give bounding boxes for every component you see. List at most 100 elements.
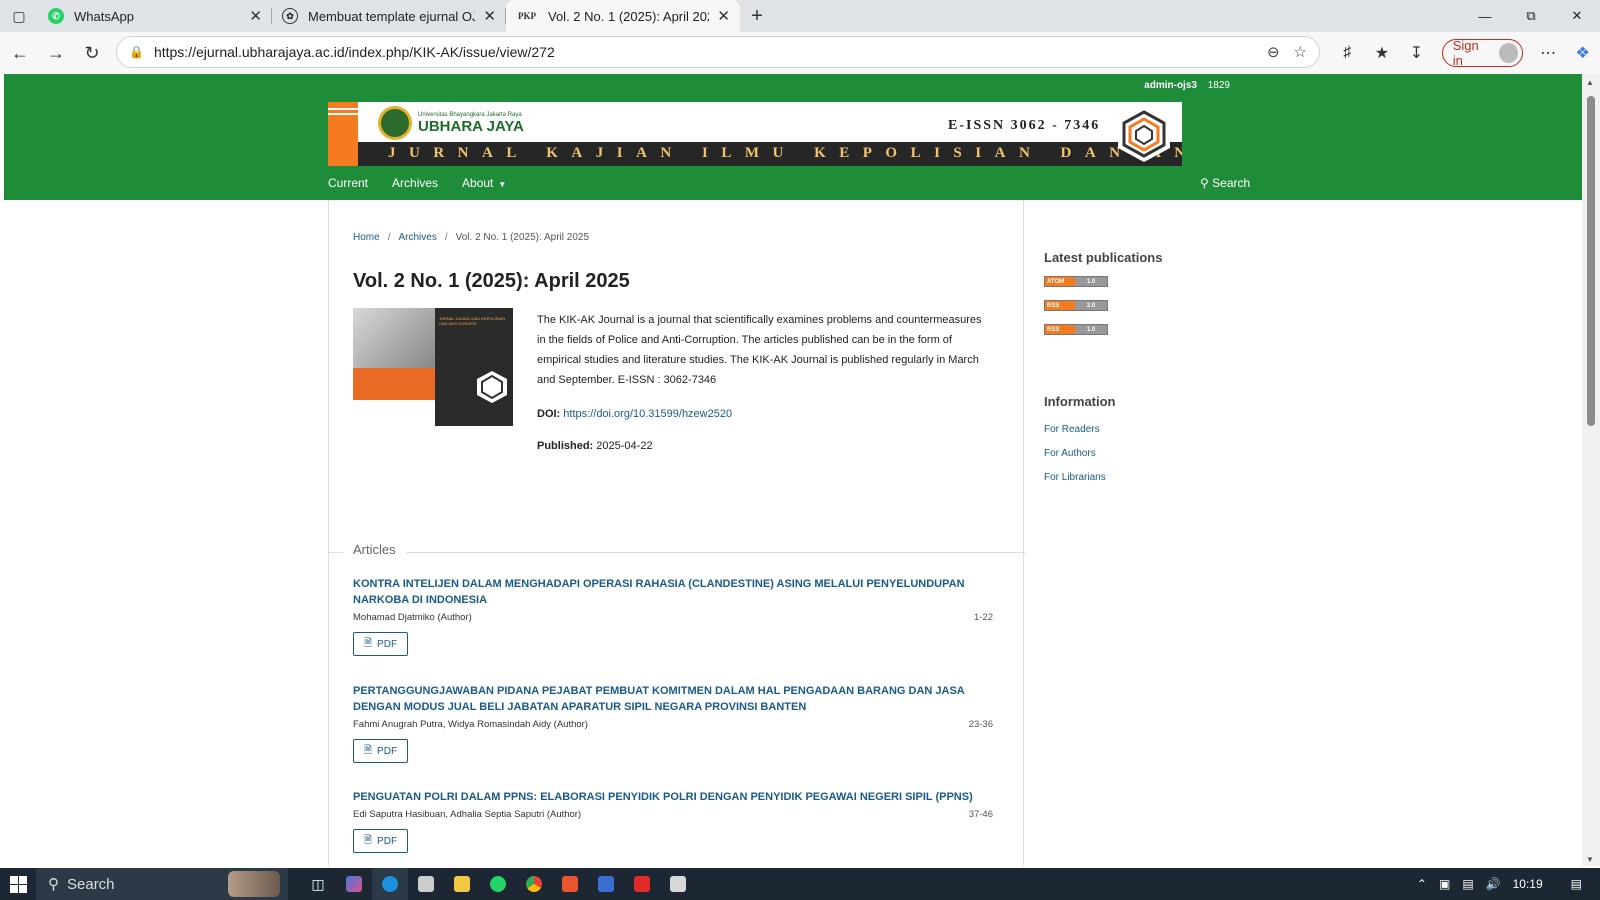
taskbar-search[interactable]: ⚲ Search: [36, 868, 288, 900]
published-label: Published:: [537, 440, 594, 452]
tab-whatsapp[interactable]: ✆ WhatsApp ✕: [38, 0, 272, 32]
pdf-button[interactable]: 🗎 PDF: [353, 739, 409, 763]
link-for-librarians[interactable]: For Librarians: [1044, 472, 1106, 483]
more-menu-icon[interactable]: ⋯: [1531, 43, 1566, 63]
pdf-button[interactable]: 🗎 PDF: [353, 829, 409, 853]
issue-cover-image[interactable]: JURNAL KAJIAN ILMU KEPOLISIAN DAN ANTI K…: [353, 308, 513, 426]
article-authors: Edi Saputra Hasibuan, Adhalia Septia Sap…: [353, 809, 582, 820]
edge-app-icon[interactable]: [372, 868, 408, 900]
feed-version: 1.0: [1075, 325, 1107, 334]
article-pages: 37-46: [968, 809, 993, 820]
restore-icon[interactable]: ⧉: [1508, 0, 1554, 32]
scroll-down-icon[interactable]: ▼: [1586, 855, 1594, 864]
taskbar: ⚲ Search ◫ ⌃ ▣ ▤ 🔊 10:19 ▤: [0, 868, 1600, 900]
close-tab-icon[interactable]: ✕: [483, 7, 496, 25]
articles-heading: Articles: [343, 542, 406, 557]
taskbar-apps: ◫: [300, 868, 696, 900]
favorites-icon[interactable]: ★: [1365, 43, 1400, 63]
new-tab-icon[interactable]: +: [740, 5, 774, 28]
banner-stripe: [328, 102, 358, 166]
close-tab-icon[interactable]: ✕: [717, 7, 730, 25]
nav-current[interactable]: Current: [328, 176, 368, 190]
rss2-feed-badge[interactable]: RSS 2.0: [1044, 300, 1108, 311]
clock-time[interactable]: 10:19: [1513, 877, 1543, 891]
cover-strip: [353, 400, 435, 426]
article-pages: 23-36: [968, 719, 993, 730]
app-icon[interactable]: [660, 868, 696, 900]
forward-icon[interactable]: →: [38, 35, 74, 71]
downloads-icon[interactable]: ↧: [1399, 43, 1434, 63]
page-title: Vol. 2 No. 1 (2025): April 2025: [353, 270, 630, 292]
notifications-icon[interactable]: ▤: [1571, 877, 1582, 891]
file-explorer-icon[interactable]: [444, 868, 480, 900]
refresh-icon[interactable]: ↻: [74, 35, 110, 71]
tab-chatgpt[interactable]: ✿ Membuat template ejurnal OJS 3 ✕: [272, 0, 506, 32]
meet-now-icon[interactable]: ▣: [1439, 877, 1450, 891]
scrollbar-thumb[interactable]: [1587, 96, 1595, 426]
article-meta: Edi Saputra Hasibuan, Adhalia Septia Sap…: [353, 809, 993, 823]
wps-app-icon[interactable]: [624, 868, 660, 900]
latest-publications-heading: Latest publications: [1044, 250, 1163, 265]
copilot-icon[interactable]: ❖: [1565, 43, 1600, 63]
whatsapp-app-icon[interactable]: [480, 868, 516, 900]
information-heading: Information: [1044, 394, 1116, 409]
nav-archives[interactable]: Archives: [392, 176, 438, 190]
tab-journal[interactable]: PKP Vol. 2 No. 1 (2025): April 2025 | Ju…: [506, 0, 740, 32]
user-menu[interactable]: admin-ojs3 1829: [1144, 80, 1230, 91]
url-text[interactable]: https://ejurnal.ubharajaya.ac.id/index.p…: [154, 44, 1253, 60]
close-window-icon[interactable]: ✕: [1554, 0, 1600, 32]
link-for-authors[interactable]: For Authors: [1044, 448, 1096, 459]
start-button[interactable]: [0, 868, 36, 900]
back-icon[interactable]: ←: [2, 35, 38, 71]
article-meta: Fahmi Anugrah Putra, Widya Romasindah Ai…: [353, 719, 993, 733]
breadcrumb-archives[interactable]: Archives: [398, 232, 436, 243]
article-authors: Mohamad Djatmiko (Author): [353, 612, 472, 623]
main-content: Home / Archives / Vol. 2 No. 1 (2025): April…: [328, 200, 1025, 866]
extensions-icon[interactable]: ♯: [1330, 44, 1365, 62]
network-icon[interactable]: ▤: [1462, 877, 1473, 891]
office-app-icon[interactable]: [552, 868, 588, 900]
chevron-up-icon[interactable]: ⌃: [1417, 877, 1427, 891]
sign-in-button[interactable]: Sign in: [1441, 38, 1523, 68]
copilot-app-icon[interactable]: [336, 868, 372, 900]
favorite-star-icon[interactable]: ☆: [1294, 43, 1307, 61]
store-app-icon[interactable]: [408, 868, 444, 900]
scroll-up-icon[interactable]: ▲: [1586, 78, 1594, 87]
breadcrumb-separator: /: [387, 232, 391, 243]
task-count-badge[interactable]: 1829: [1208, 80, 1230, 91]
task-view-icon[interactable]: ◫: [300, 868, 336, 900]
pdf-label: PDF: [377, 835, 398, 847]
lock-icon[interactable]: 🔒: [129, 45, 144, 59]
journal-banner[interactable]: Universitas Bhayangkara Jakarta Raya UBH…: [328, 102, 1182, 166]
article-title-link[interactable]: PENGUATAN POLRI DALAM PPNS: ELABORASI PE…: [353, 789, 993, 805]
browser-toolbar: ← → ↻ 🔒 https://ejurnal.ubharajaya.ac.id…: [0, 32, 1600, 74]
toolbar-right: ♯ ★ ↧ Sign in ⋯ ❖: [1330, 36, 1600, 70]
minimize-icon[interactable]: —: [1462, 0, 1508, 32]
chrome-app-icon[interactable]: [516, 868, 552, 900]
zoom-icon[interactable]: ⊖: [1267, 43, 1280, 61]
nav-about-label: About: [462, 176, 494, 190]
article-title-link[interactable]: PERTANGGUNGJAWABAN PIDANA PEJABAT PEMBUA…: [353, 683, 993, 715]
atom-feed-badge[interactable]: ATOM 1.0: [1044, 276, 1108, 287]
workspaces-icon[interactable]: ▢: [0, 0, 38, 32]
pdf-button[interactable]: 🗎 PDF: [353, 632, 409, 656]
tab-title: Membuat template ejurnal OJS 3: [308, 8, 476, 24]
issue-description: The KIK-AK Journal is a journal that sci…: [537, 314, 982, 386]
username[interactable]: admin-ojs3: [1144, 80, 1197, 91]
pkp-favicon: PKP: [518, 11, 536, 21]
doi-link[interactable]: https://doi.org/10.31599/hzew2520: [563, 408, 732, 420]
link-for-readers[interactable]: For Readers: [1044, 424, 1100, 435]
article-title-link[interactable]: KONTRA INTELIJEN DALAM MENGHADAPI OPERAS…: [353, 576, 993, 608]
volume-icon[interactable]: 🔊: [1486, 877, 1501, 891]
nav-search[interactable]: ⚲ Search: [1200, 176, 1250, 190]
breadcrumb-separator: /: [444, 232, 448, 243]
page-scrollbar[interactable]: ▲ ▼: [1582, 74, 1600, 866]
cover-title: JURNAL KAJIAN ILMU KEPOLISIAN DAN ANTI K…: [439, 316, 506, 326]
address-bar[interactable]: 🔒 https://ejurnal.ubharajaya.ac.id/index…: [116, 36, 1320, 68]
breadcrumb-home[interactable]: Home: [353, 232, 380, 243]
site-header: admin-ojs3 1829 Universitas Bhayangkara …: [4, 74, 1582, 200]
close-tab-icon[interactable]: ✕: [249, 7, 262, 25]
network-app-icon[interactable]: [588, 868, 624, 900]
nav-about[interactable]: About ▼: [462, 176, 506, 190]
rss1-feed-badge[interactable]: RSS 1.0: [1044, 324, 1108, 335]
